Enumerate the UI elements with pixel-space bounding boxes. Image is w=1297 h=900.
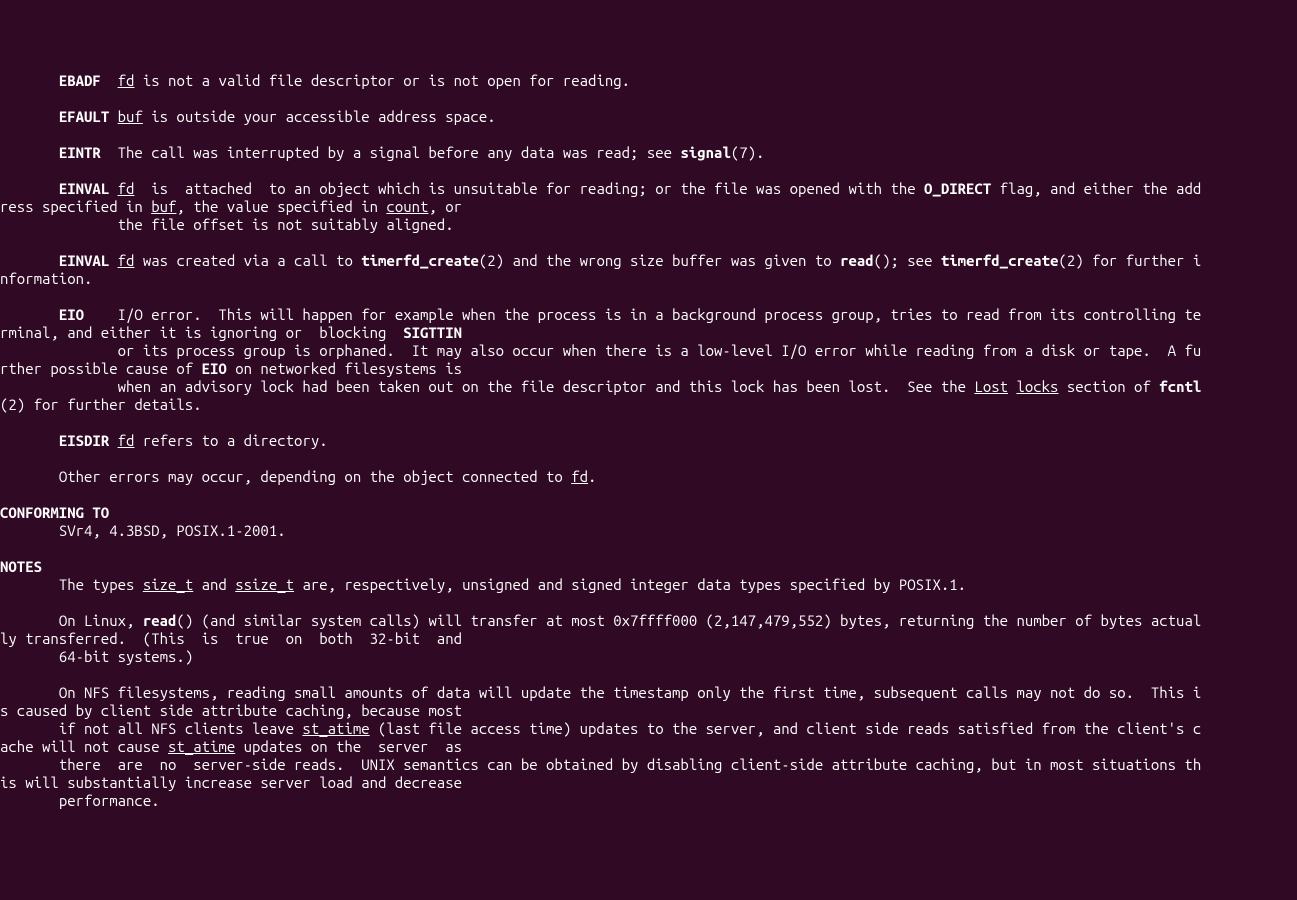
notes-statime2: st_atime xyxy=(168,738,235,755)
error-ebadf-desc: is not a valid file descriptor or is not… xyxy=(134,72,630,89)
error-einval1-part2: flag, and either the add xyxy=(991,180,1201,197)
error-einval1-count: count xyxy=(386,198,428,215)
error-eio-line4b: on networked filesystems is xyxy=(227,360,462,377)
error-einval2-part2: (); see xyxy=(874,252,941,269)
error-einval1-buf: buf xyxy=(151,198,176,215)
error-eisdir-arg: fd xyxy=(118,432,135,449)
error-einval1-line3: the file offset is not suitably aligned. xyxy=(0,216,454,233)
error-eio-line4a: rther possible cause of xyxy=(0,360,202,377)
error-eio-part1: I/O error. This will happen for example … xyxy=(84,306,1201,323)
error-eio-fcntl: fcntl xyxy=(1159,378,1201,395)
error-einval2-line2: nformation. xyxy=(0,270,92,287)
error-einval2-ref2num: (2) for further i xyxy=(1058,252,1201,269)
error-eisdir-desc: refers to a directory. xyxy=(134,432,327,449)
error-eintr-label: EINTR xyxy=(59,144,101,161)
error-eintr-ref: signal xyxy=(680,144,730,161)
notes-line2b: () (and similar system calls) will trans… xyxy=(176,612,1201,629)
notes-line2c: ly transferred. (This is true on both 32… xyxy=(0,630,462,647)
error-einval1-arg: fd xyxy=(118,180,135,197)
error-einval2-arg: fd xyxy=(118,252,135,269)
error-einval2-ref1num: (2) and the wrong size buffer was given … xyxy=(479,252,840,269)
error-eio-lost: Lost xyxy=(974,378,1008,395)
error-other-part1: Other errors may occur, depending on the… xyxy=(0,468,571,485)
notes-line3f: updates on the server as xyxy=(235,738,462,755)
error-eintr-desc: The call was interrupted by a signal bef… xyxy=(101,144,681,161)
error-einval1-line2b: , the value specified in xyxy=(176,198,386,215)
error-einval1-label: EINVAL xyxy=(59,180,109,197)
notes-heading: NOTES xyxy=(0,558,42,575)
notes-sizet: size_t xyxy=(143,576,193,593)
error-efault-label: EFAULT xyxy=(59,108,109,125)
error-efault-desc: is outside your accessible address space… xyxy=(143,108,496,125)
error-ebadf-label: EBADF xyxy=(59,72,101,89)
error-eio-eio2: EIO xyxy=(202,360,227,377)
error-eisdir-label: EISDIR xyxy=(59,432,109,449)
error-einval2-ref2: timerfd_create xyxy=(941,252,1059,269)
error-einval1-line2a: ress specified in xyxy=(0,198,151,215)
notes-line2a: On Linux, xyxy=(0,612,143,629)
conforming-heading: CONFORMING TO xyxy=(0,504,109,521)
error-eio-locks: locks xyxy=(1016,378,1058,395)
notes-line1c: are, respectively, unsigned and signed i… xyxy=(294,576,966,593)
error-efault-arg: buf xyxy=(118,108,143,125)
notes-line1b: and xyxy=(193,576,235,593)
notes-statime1: st_atime xyxy=(302,720,369,737)
error-einval2-readref: read xyxy=(840,252,874,269)
error-other-fd: fd xyxy=(571,468,588,485)
notes-ssizet: ssize_t xyxy=(235,576,294,593)
error-einval2-label: EINVAL xyxy=(59,252,109,269)
notes-line3d: (last file access time) updates to the s… xyxy=(370,720,1202,737)
error-eio-line3a: or its process group is orphaned. It may… xyxy=(0,342,1201,359)
notes-read: read xyxy=(143,612,177,629)
error-eio-sigttin: SIGTTIN xyxy=(403,324,462,341)
error-other-part2: . xyxy=(588,468,596,485)
notes-line2d: 64-bit systems.) xyxy=(0,648,193,665)
conforming-text: SVr4, 4.3BSD, POSIX.1-2001. xyxy=(0,522,286,539)
notes-line3e: ache will not cause xyxy=(0,738,168,755)
error-einval1-line2c: , or xyxy=(428,198,462,215)
error-eio-line5b: section of xyxy=(1058,378,1159,395)
error-einval2-part1: was created via a call to xyxy=(134,252,361,269)
manpage-content: EBADF fd is not a valid file descriptor … xyxy=(0,72,1297,810)
error-einval1-flag: O_DIRECT xyxy=(924,180,991,197)
error-einval1-part1: is attached to an object which is unsuit… xyxy=(134,180,924,197)
notes-line3g: there are no server-side reads. UNIX sem… xyxy=(0,756,1201,773)
notes-line3a: On NFS filesystems, reading small amount… xyxy=(0,684,1201,701)
error-eio-line6: (2) for further details. xyxy=(0,396,202,413)
notes-line3b: s caused by client side attribute cachin… xyxy=(0,702,462,719)
error-ebadf-arg: fd xyxy=(118,72,135,89)
error-eio-line5a: when an advisory lock had been taken out… xyxy=(0,378,974,395)
error-eio-line2a: rminal, and either it is ignoring or blo… xyxy=(0,324,403,341)
notes-line3i: performance. xyxy=(0,792,160,809)
error-einval2-ref1: timerfd_create xyxy=(361,252,479,269)
error-eio-label: EIO xyxy=(59,306,84,323)
notes-line3c: if not all NFS clients leave xyxy=(0,720,302,737)
error-eintr-refnum: (7). xyxy=(731,144,765,161)
notes-line3h: is will substantially increase server lo… xyxy=(0,774,462,791)
notes-line1a: The types xyxy=(0,576,143,593)
